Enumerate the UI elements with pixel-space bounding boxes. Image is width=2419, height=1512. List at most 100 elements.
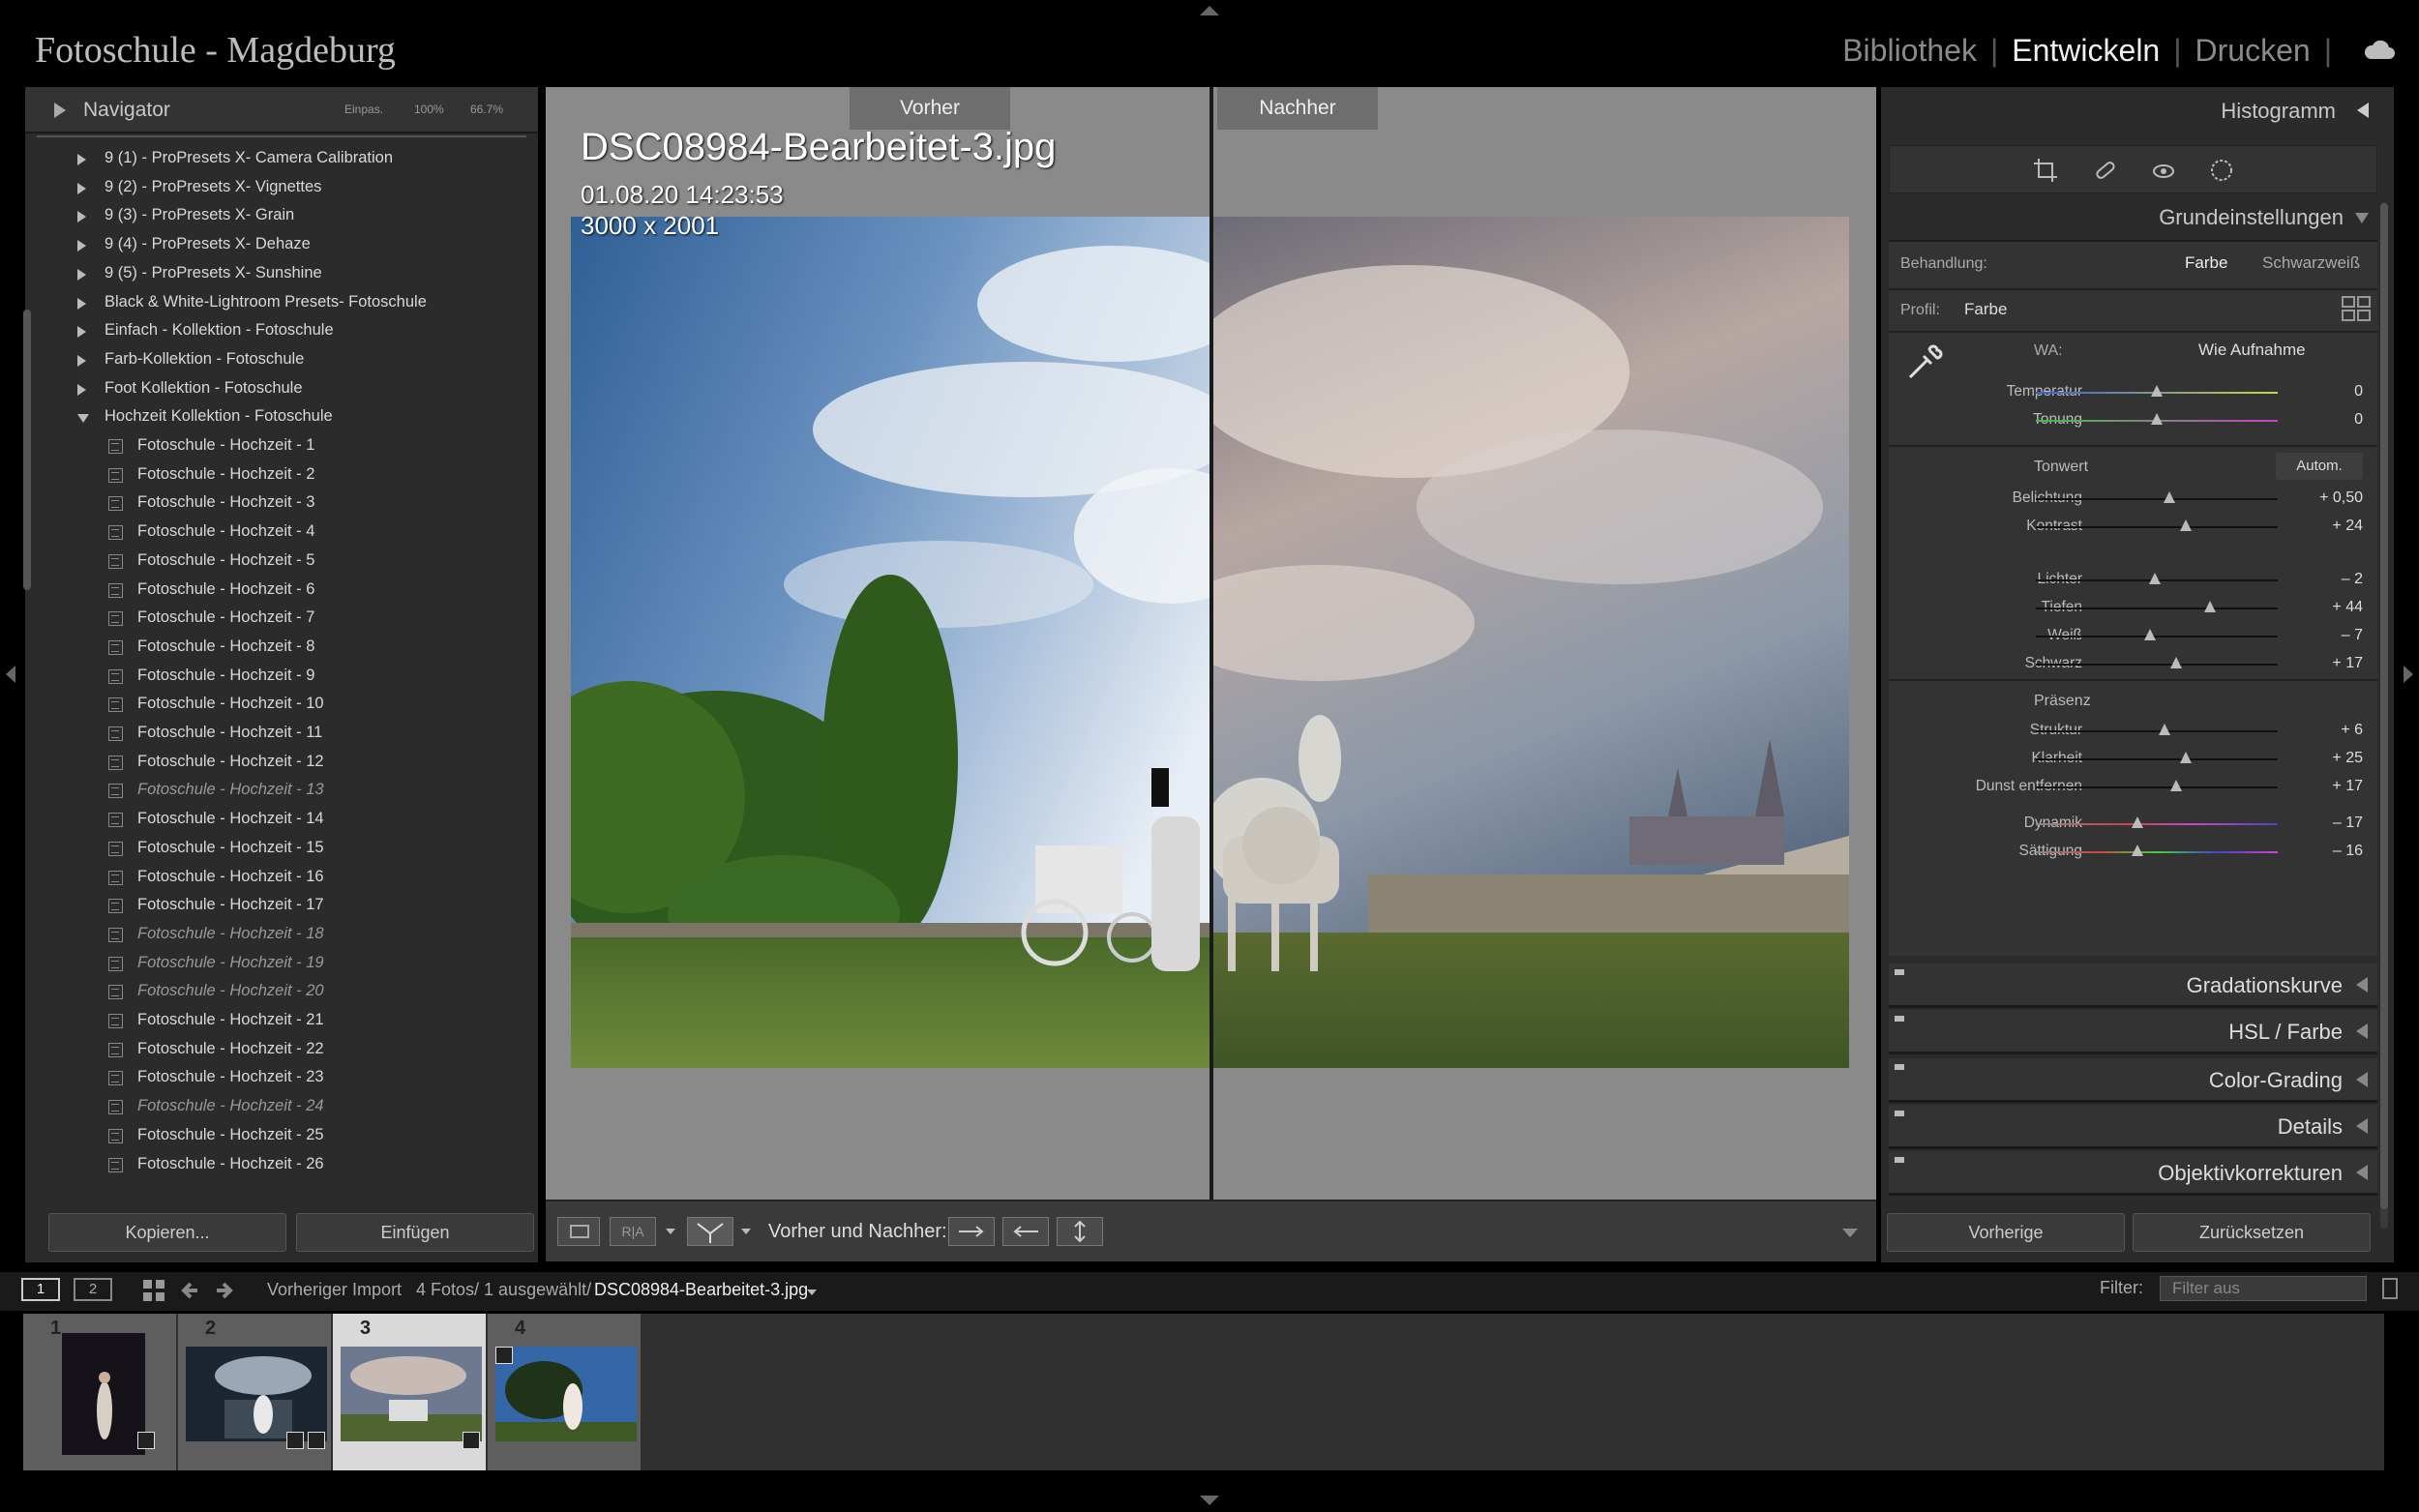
slider-schwarz[interactable]: Schwarz+ 17 — [1889, 651, 2382, 678]
basic-panel-header[interactable]: Grundeinstellungen — [2159, 205, 2344, 230]
preset-item[interactable]: Fotoschule - Hochzeit - 11 — [25, 720, 538, 749]
slider-kontrast[interactable]: Kontrast+ 24 — [1889, 514, 2382, 541]
preset-item[interactable]: Fotoschule - Hochzeit - 18 — [25, 921, 538, 950]
slider-track[interactable] — [2036, 851, 2278, 853]
bottom-panel-arrow-icon[interactable] — [1200, 1496, 1219, 1505]
screen-2-button[interactable]: 2 — [74, 1278, 112, 1301]
preset-folder[interactable]: Foot Kollektion - Fotoschule — [25, 375, 538, 404]
slider-value[interactable]: 0 — [2354, 383, 2363, 400]
zoom-100-option[interactable]: 100% — [414, 103, 444, 116]
collapsed-triangle-icon[interactable] — [77, 240, 86, 252]
copy-after-to-before-button[interactable] — [1002, 1217, 1049, 1246]
wb-select[interactable]: Wie Aufnahme — [2198, 341, 2306, 360]
slider-track[interactable] — [2036, 664, 2278, 666]
preset-folder[interactable]: 9 (5) - ProPresets X- Sunshine — [25, 260, 538, 289]
histogram-header[interactable]: Histogramm — [2221, 99, 2336, 124]
expanded-triangle-icon[interactable] — [77, 414, 89, 424]
preset-item[interactable]: Fotoschule - Hochzeit - 15 — [25, 835, 538, 864]
slider-thumb[interactable] — [2158, 724, 2170, 735]
profile-browser-grid-icon[interactable] — [2342, 296, 2371, 321]
preset-item[interactable]: Fotoschule - Hochzeit - 10 — [25, 691, 538, 720]
basic-panel-collapse-icon[interactable] — [2355, 213, 2369, 223]
slider-thumb[interactable] — [2148, 573, 2161, 584]
preset-item[interactable]: Fotoschule - Hochzeit - 24 — [25, 1093, 538, 1122]
expand-panel-icon[interactable] — [2356, 1118, 2368, 1134]
slider-value[interactable]: – 16 — [2333, 843, 2363, 860]
slider-struktur[interactable]: Struktur+ 6 — [1889, 718, 2382, 745]
panel-details[interactable]: Details — [1889, 1105, 2377, 1149]
preset-folder[interactable]: 9 (1) - ProPresets X- Camera Calibration — [25, 145, 538, 174]
slider-track[interactable] — [2036, 498, 2278, 500]
preset-folder[interactable]: 9 (2) - ProPresets X- Vignettes — [25, 174, 538, 203]
treatment-bw-option[interactable]: Schwarzweiß — [2262, 253, 2360, 273]
module-print[interactable]: Drucken — [2182, 33, 2324, 69]
slider-sättigung[interactable]: Sättigung– 16 — [1889, 839, 2382, 866]
crop-icon[interactable] — [2033, 158, 2058, 183]
before-after-divider[interactable] — [1210, 87, 1213, 1200]
expand-panel-icon[interactable] — [2356, 1165, 2368, 1180]
zoom-custom-option[interactable]: 66.7% — [470, 103, 503, 116]
panel-toggle-switch[interactable] — [1895, 1157, 1904, 1163]
slider-dunst-entfernen[interactable]: Dunst entfernen + 17 — [1889, 774, 2382, 801]
panel-toggle-switch[interactable] — [1895, 1064, 1904, 1070]
white-balance-eyedropper-icon[interactable] — [1904, 341, 1947, 383]
filmstrip-cell[interactable]: 2 — [178, 1314, 331, 1470]
preset-folder[interactable]: Farb-Kollektion - Fotoschule — [25, 346, 538, 375]
slider-track[interactable] — [2036, 526, 2278, 528]
current-file-name[interactable]: DSC08984-Bearbeitet-3.jpg — [594, 1280, 808, 1300]
slider-thumb[interactable] — [2170, 780, 2182, 791]
slider-value[interactable]: 0 — [2354, 411, 2363, 429]
slider-value[interactable]: – 17 — [2333, 815, 2363, 832]
module-develop[interactable]: Entwickeln — [1998, 33, 2173, 69]
slider-value[interactable]: + 6 — [2341, 722, 2363, 739]
red-eye-icon[interactable] — [2151, 158, 2176, 183]
profile-select[interactable]: Farbe — [1964, 300, 2007, 319]
expand-panel-icon[interactable] — [2356, 1072, 2368, 1087]
slider-temperatur[interactable]: Temperatur0 — [1889, 379, 2382, 406]
collapsed-triangle-icon[interactable] — [77, 383, 86, 396]
slider-track[interactable] — [2036, 758, 2278, 760]
filmstrip-cell-selected[interactable]: 3 — [333, 1314, 486, 1470]
filter-lock-icon[interactable] — [2382, 1278, 2398, 1299]
preset-folder[interactable]: 9 (4) - ProPresets X- Dehaze — [25, 231, 538, 260]
right-scrollbar-track[interactable] — [2380, 203, 2388, 1229]
slider-thumb[interactable] — [2132, 845, 2143, 856]
slider-thumb[interactable] — [2180, 752, 2192, 763]
slider-value[interactable]: – 2 — [2342, 571, 2363, 588]
slider-lichter[interactable]: Lichter– 2 — [1889, 567, 2382, 594]
slider-thumb[interactable] — [2170, 657, 2182, 668]
panel-toggle-switch[interactable] — [1895, 1016, 1904, 1022]
slider-belichtung[interactable]: Belichtung+ 0,50 — [1889, 486, 2382, 513]
auto-tone-button[interactable]: Autom. — [2276, 453, 2363, 480]
split-view-button[interactable] — [687, 1217, 733, 1246]
slider-thumb[interactable] — [2204, 601, 2216, 612]
filter-select[interactable]: Filter aus — [2160, 1276, 2367, 1301]
top-panel-arrow-icon[interactable] — [1200, 6, 1219, 15]
slider-track[interactable] — [2036, 823, 2278, 825]
toolbar-options-icon[interactable] — [1842, 1229, 1858, 1237]
before-after-view-icon[interactable]: R|A — [610, 1217, 656, 1246]
slider-value[interactable]: + 17 — [2332, 778, 2363, 795]
panel-gradationskurve[interactable]: Gradationskurve — [1889, 964, 2377, 1008]
before-tab[interactable]: Vorher — [850, 87, 1010, 130]
preset-item[interactable]: Fotoschule - Hochzeit - 19 — [25, 950, 538, 979]
filmstrip-cell[interactable]: 4 — [488, 1314, 641, 1470]
healing-brush-icon[interactable] — [2093, 158, 2118, 183]
preset-item[interactable]: Fotoschule - Hochzeit - 23 — [25, 1064, 538, 1093]
paste-button[interactable]: Einfügen — [296, 1213, 534, 1252]
preset-item[interactable]: Fotoschule - Hochzeit - 22 — [25, 1036, 538, 1065]
expand-triangle-icon[interactable] — [54, 103, 66, 118]
slider-value[interactable]: – 7 — [2342, 627, 2363, 644]
treatment-color-option[interactable]: Farbe — [2185, 253, 2227, 273]
expand-panel-icon[interactable] — [2356, 1023, 2368, 1039]
preset-item[interactable]: Fotoschule - Hochzeit - 6 — [25, 577, 538, 606]
panel-toggle-switch[interactable] — [1895, 969, 1904, 975]
preset-folder[interactable]: Einfach - Kollektion - Fotoschule — [25, 317, 538, 346]
slider-tonung[interactable]: Tonung0 — [1889, 407, 2382, 434]
previous-button[interactable]: Vorherige — [1887, 1213, 2125, 1252]
cloud-icon[interactable] — [2363, 39, 2396, 60]
preset-folder[interactable]: Hochzeit Kollektion - Fotoschule — [25, 403, 538, 432]
collapsed-triangle-icon[interactable] — [77, 326, 86, 339]
back-arrow-icon[interactable] — [180, 1278, 201, 1303]
collapsed-triangle-icon[interactable] — [77, 297, 86, 310]
